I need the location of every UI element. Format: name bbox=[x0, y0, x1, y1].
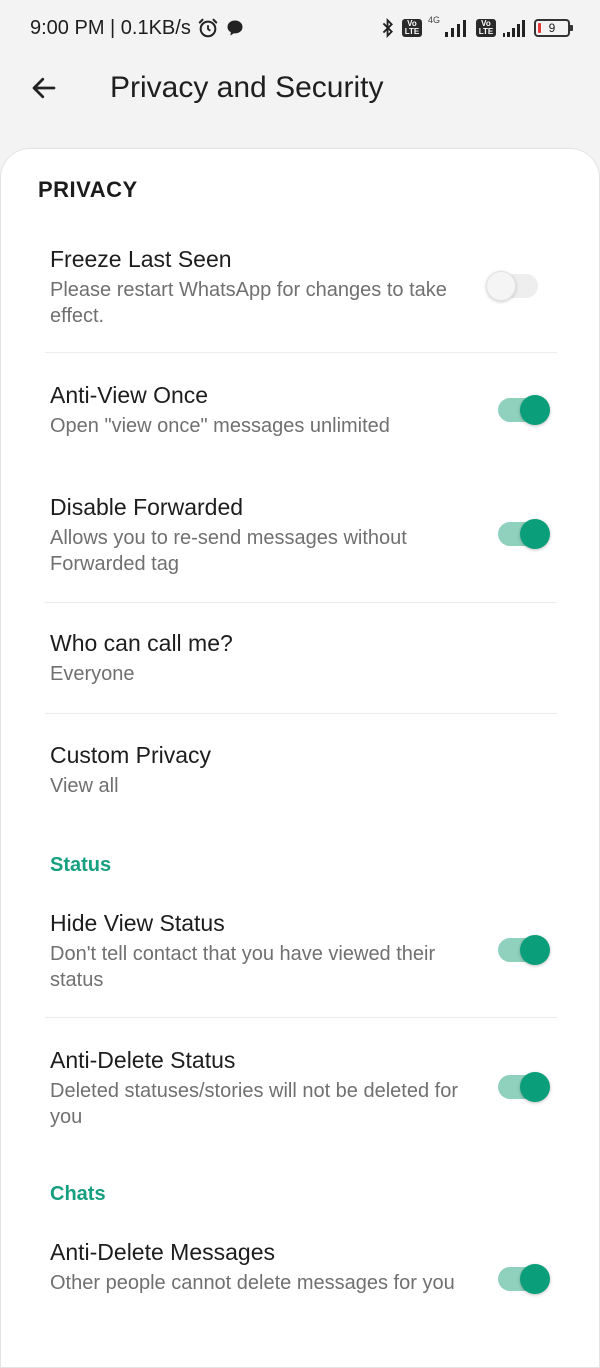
pref-anti-view-once[interactable]: Anti-View Once Open "view once" messages… bbox=[1, 371, 600, 471]
divider bbox=[45, 352, 557, 353]
pref-title: Disable Forwarded bbox=[50, 494, 244, 520]
status-time-speed: 9:00 PM | 0.1KB/s bbox=[30, 16, 191, 39]
signal-icon-2 bbox=[502, 19, 528, 37]
section-header-chats: Chats bbox=[50, 1183, 106, 1205]
alarm-icon bbox=[197, 17, 219, 39]
disable-forwarded-switch[interactable] bbox=[498, 519, 550, 549]
anti-delete-messages-switch[interactable] bbox=[498, 1264, 550, 1294]
pref-title: Freeze Last Seen bbox=[50, 246, 232, 272]
switch-thumb bbox=[486, 271, 516, 301]
divider bbox=[45, 713, 557, 714]
bluetooth-icon bbox=[380, 17, 396, 39]
pref-summary: Please restart WhatsApp for changes to t… bbox=[50, 279, 447, 327]
status-bar-right: Vo LTE 4G Vo LTE 9 bbox=[380, 15, 573, 39]
freeze-last-seen-switch[interactable] bbox=[486, 271, 538, 301]
section-header-privacy: PRIVACY bbox=[38, 177, 138, 202]
pref-title: Custom Privacy bbox=[50, 742, 212, 768]
settings-card: PRIVACY Freeze Last Seen Please restart … bbox=[0, 148, 600, 1368]
pref-title: Anti-Delete Messages bbox=[50, 1239, 275, 1265]
page-title: Privacy and Security bbox=[110, 71, 384, 104]
pref-summary: View all bbox=[50, 775, 119, 797]
anti-view-once-switch[interactable] bbox=[498, 395, 550, 425]
volte-icon: Vo LTE bbox=[401, 19, 422, 37]
switch-thumb bbox=[520, 519, 550, 549]
pref-who-can-call[interactable]: Who can call me? Everyone bbox=[1, 619, 600, 711]
signal-icon bbox=[444, 19, 470, 37]
battery-icon: 9 bbox=[534, 19, 573, 37]
pref-title: Anti-Delete Status bbox=[50, 1047, 236, 1073]
pref-hide-view-status[interactable]: Hide View Status Don't tell contact that… bbox=[1, 899, 600, 1015]
status-bar-left: 9:00 PM | 0.1KB/s bbox=[30, 17, 245, 40]
pref-anti-delete-messages[interactable]: Anti-Delete Messages Other people cannot… bbox=[1, 1228, 600, 1344]
hide-view-status-switch[interactable] bbox=[498, 935, 550, 965]
divider bbox=[45, 1017, 557, 1018]
pref-summary: Everyone bbox=[50, 663, 135, 685]
volte-icon-2: Vo LTE bbox=[476, 19, 496, 37]
pref-custom-privacy[interactable]: Custom Privacy View all bbox=[1, 731, 600, 823]
status-bar: 9:00 PM | 0.1KB/s Vo LTE 4G Vo LTE 9 bbox=[0, 0, 600, 56]
pref-title: Hide View Status bbox=[50, 910, 225, 936]
chat-bubble-icon bbox=[225, 18, 245, 38]
network-type-label: 4G bbox=[427, 15, 440, 25]
back-arrow-icon bbox=[32, 77, 56, 99]
pref-summary: Allows you to re-send messages without F… bbox=[50, 527, 407, 575]
section-header-status: Status bbox=[50, 854, 112, 876]
anti-delete-status-switch[interactable] bbox=[498, 1072, 550, 1102]
divider bbox=[45, 602, 557, 603]
pref-title: Who can call me? bbox=[50, 630, 233, 656]
pref-disable-forwarded[interactable]: Disable Forwarded Allows you to re-send … bbox=[1, 483, 600, 599]
app-bar: Privacy and Security bbox=[0, 56, 600, 122]
pref-freeze-last-seen[interactable]: Freeze Last Seen Please restart WhatsApp… bbox=[1, 237, 600, 352]
switch-thumb bbox=[520, 1072, 550, 1102]
pref-title: Anti-View Once bbox=[50, 382, 209, 408]
switch-thumb bbox=[520, 935, 550, 965]
pref-summary: Open "view once" messages unlimited bbox=[50, 415, 390, 437]
battery-level: 9 bbox=[548, 21, 556, 35]
pref-summary: Other people cannot delete messages for … bbox=[50, 1272, 455, 1294]
switch-thumb bbox=[520, 1264, 550, 1294]
switch-thumb bbox=[520, 395, 550, 425]
back-button[interactable] bbox=[26, 70, 62, 106]
pref-summary: Don't tell contact that you have viewed … bbox=[50, 943, 436, 991]
pref-summary: Deleted statuses/stories will not be del… bbox=[50, 1080, 458, 1128]
pref-anti-delete-status[interactable]: Anti-Delete Status Deleted statuses/stor… bbox=[1, 1036, 600, 1152]
